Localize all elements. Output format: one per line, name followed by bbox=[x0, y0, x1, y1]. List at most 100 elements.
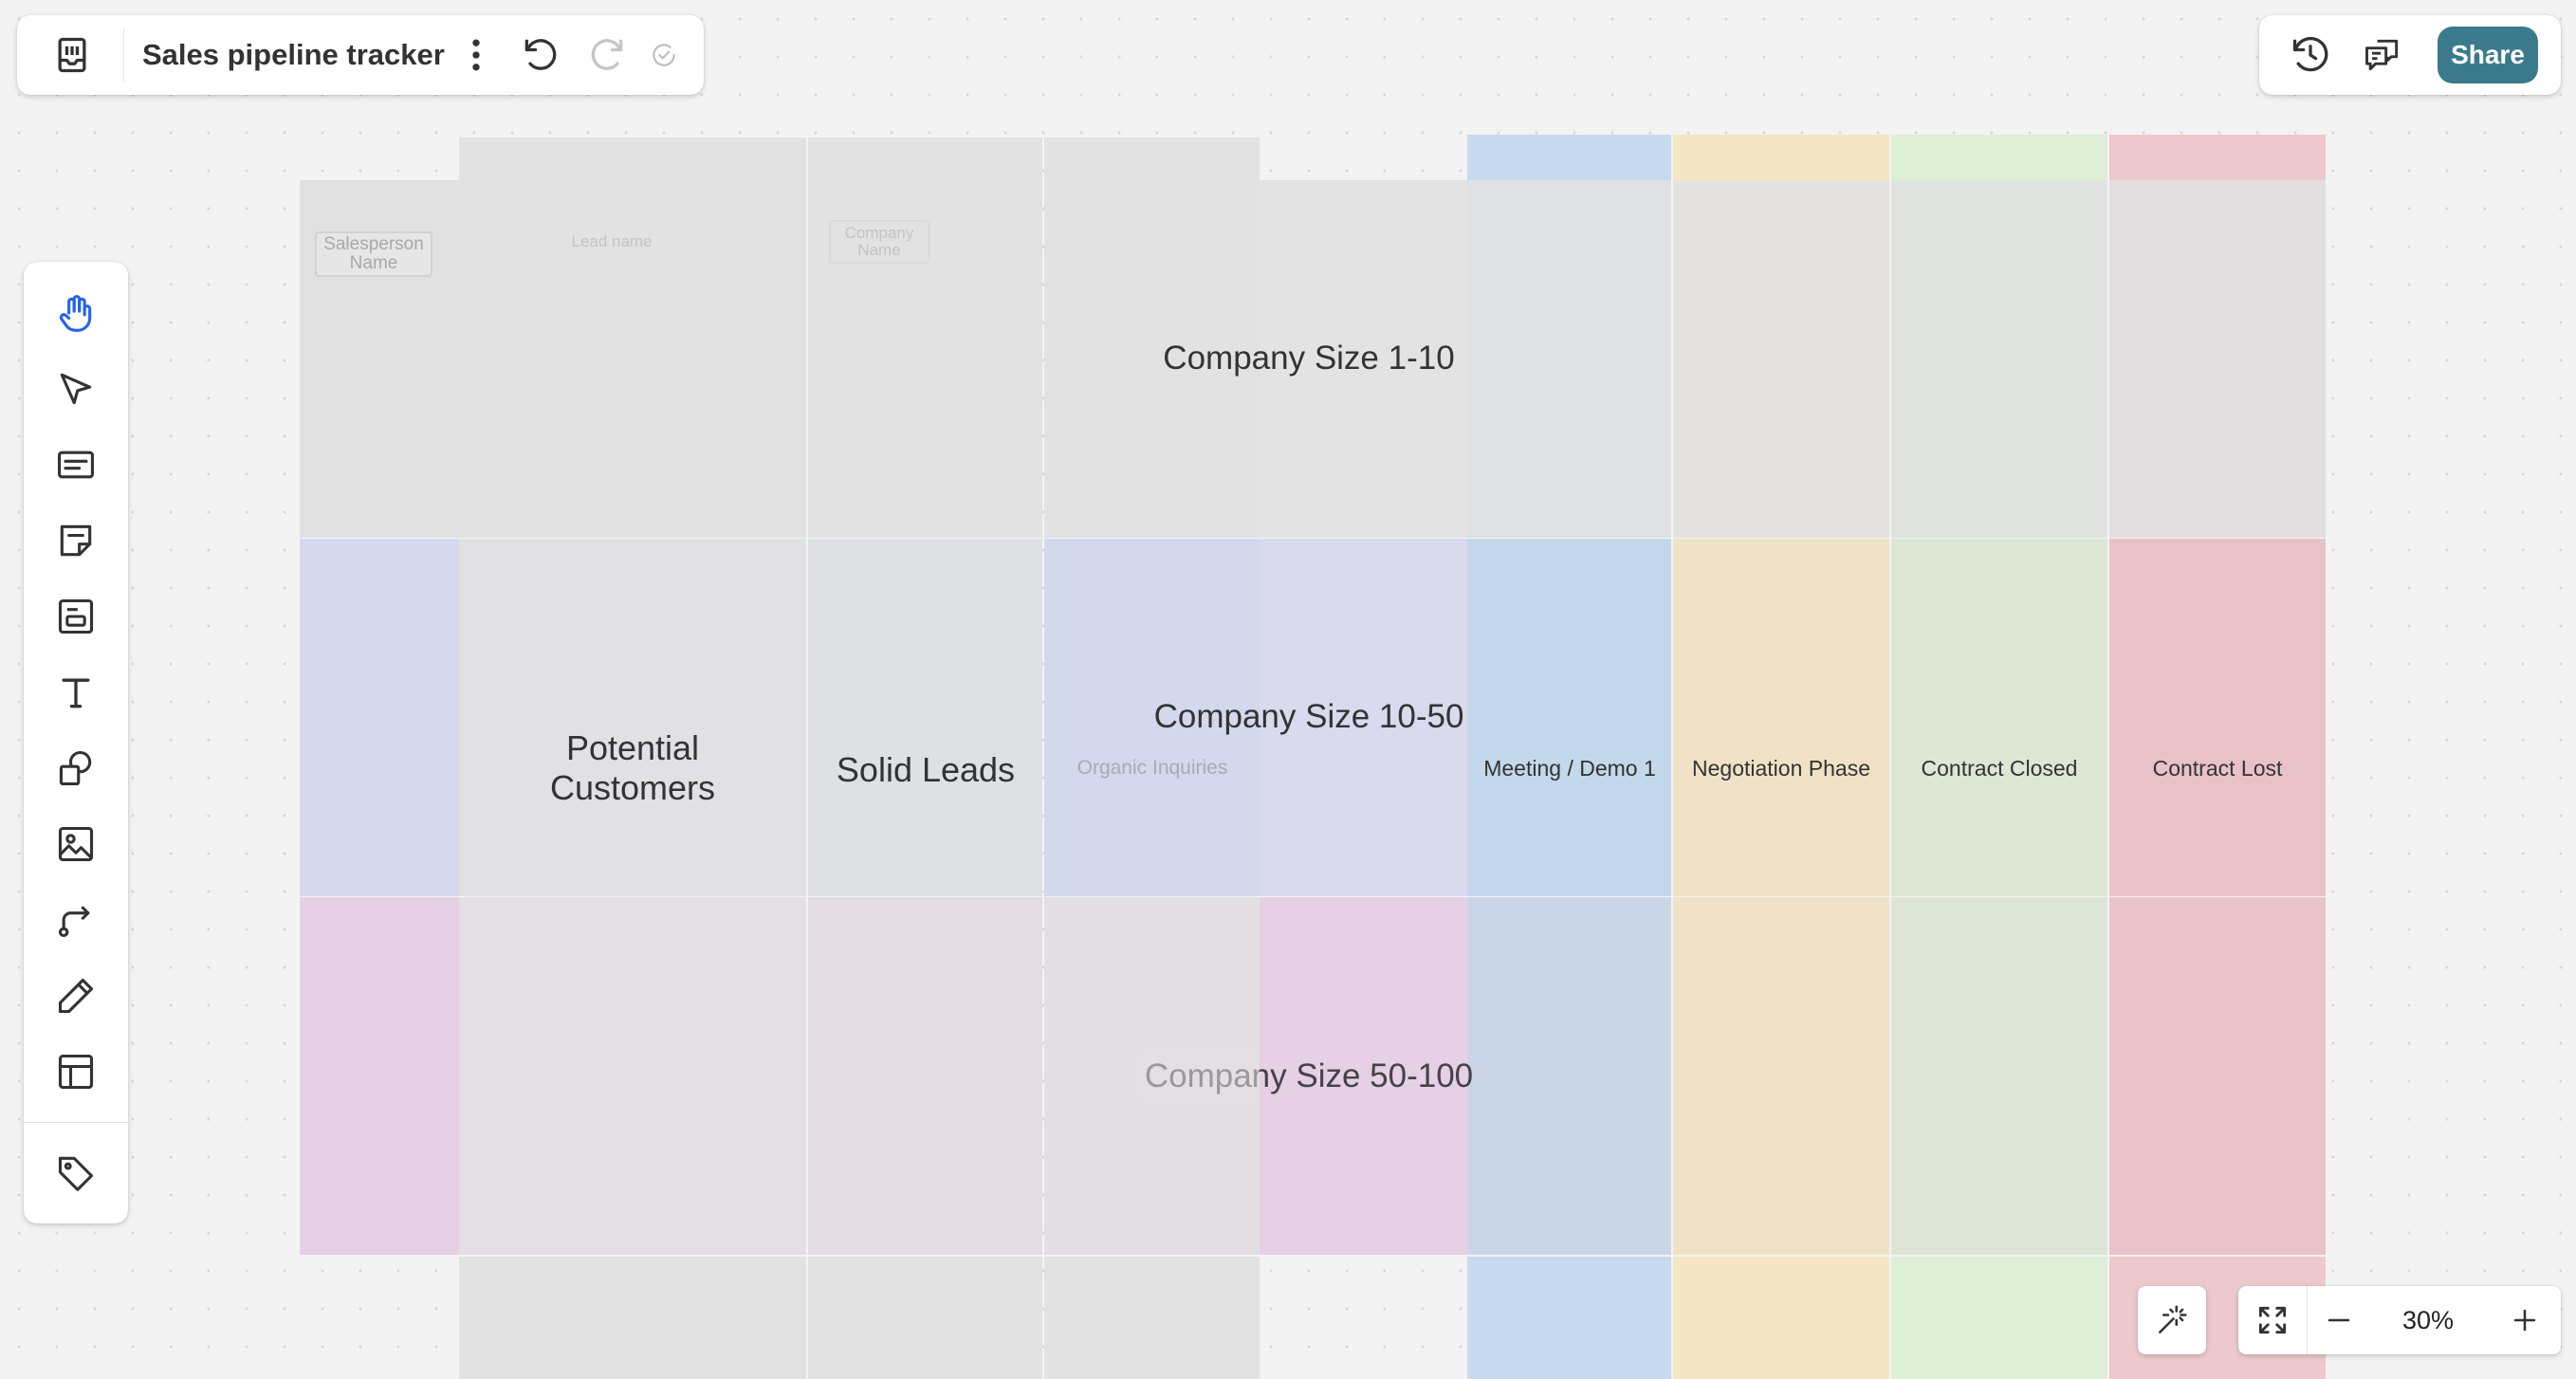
text-block-icon bbox=[58, 450, 94, 479]
connector-icon bbox=[58, 906, 90, 938]
column-header-lost bbox=[2109, 135, 2326, 180]
column-header-closed bbox=[1891, 135, 2107, 180]
column-header-company bbox=[808, 138, 1042, 180]
select-pointer-icon bbox=[60, 373, 92, 405]
more-options-button[interactable] bbox=[448, 27, 505, 83]
column-header-negotiation bbox=[1673, 135, 1889, 180]
sticky-note-icon bbox=[60, 524, 92, 557]
redo-icon bbox=[591, 39, 623, 70]
card-icon bbox=[58, 598, 94, 634]
column-header-lead bbox=[459, 138, 806, 180]
saved-status bbox=[639, 30, 689, 80]
canvas-board[interactable]: Salesperson Name Lead name Company Name … bbox=[0, 0, 2576, 1379]
placeholder-lead-name[interactable]: Lead name bbox=[531, 226, 692, 258]
history-button[interactable] bbox=[2282, 27, 2339, 83]
tool-text[interactable] bbox=[47, 664, 104, 721]
tool-image[interactable] bbox=[47, 816, 104, 873]
magic-button-panel[interactable] bbox=[2138, 1286, 2206, 1354]
magic-wand-icon bbox=[2159, 1305, 2187, 1333]
fit-to-screen-button[interactable] bbox=[2244, 1292, 2301, 1349]
row2-lost-cell bbox=[2109, 539, 2326, 896]
tag-icon bbox=[58, 1156, 94, 1191]
comments-icon bbox=[2365, 39, 2399, 71]
top-left-toolbar: Sales pipeline tracker bbox=[17, 15, 704, 95]
row3-lead-cell bbox=[459, 897, 806, 1255]
row3-salesperson-cell bbox=[300, 897, 459, 1255]
zoom-out-button[interactable] bbox=[2310, 1292, 2367, 1349]
tool-sticky-note[interactable] bbox=[47, 512, 104, 569]
fit-to-screen-icon bbox=[2258, 1306, 2287, 1334]
image-icon bbox=[58, 826, 94, 862]
stage-potential-customers: Potential Customers bbox=[549, 728, 716, 807]
row1-lost-cell bbox=[2109, 180, 2326, 538]
bottom-negotiation-strip bbox=[1673, 1257, 1889, 1379]
saved-check-icon bbox=[653, 44, 675, 66]
row1-closed-cell bbox=[1891, 180, 2107, 538]
stage-negotiation-phase: Negotiation Phase bbox=[1692, 756, 1870, 781]
row-title-size-10-50: Company Size 10-50 bbox=[1153, 698, 1464, 735]
bottom-company-strip bbox=[808, 1257, 1042, 1379]
zoom-divider bbox=[2307, 1286, 2308, 1354]
row3-title-fade-overlay bbox=[1138, 1050, 1260, 1103]
placeholder-salesperson-name[interactable]: Salesperson Name bbox=[315, 231, 432, 277]
toolbar-divider bbox=[123, 28, 124, 82]
row2-salesperson-cell bbox=[300, 539, 459, 896]
stage-contract-closed: Contract Closed bbox=[1921, 755, 2078, 781]
bottom-lead-strip bbox=[459, 1257, 806, 1379]
zoom-out-icon bbox=[2328, 1318, 2350, 1322]
share-label: Share bbox=[2451, 40, 2525, 69]
stage-organic-inquiries: Organic Inquiries bbox=[1076, 757, 1228, 779]
tool-template[interactable] bbox=[47, 1043, 104, 1100]
tool-card[interactable] bbox=[47, 588, 104, 645]
template-icon bbox=[58, 1054, 94, 1090]
stage-contract-lost: Contract Lost bbox=[2152, 755, 2283, 781]
history-icon bbox=[2292, 37, 2328, 72]
undo-icon bbox=[524, 39, 557, 70]
row2-negotiation-cell bbox=[1673, 539, 1889, 896]
row2-company-cell bbox=[808, 539, 1042, 896]
zoom-level[interactable]: 30% bbox=[2375, 1286, 2481, 1354]
comments-button[interactable] bbox=[2354, 27, 2411, 83]
hand-tool-icon bbox=[59, 295, 92, 332]
text-tool-icon bbox=[62, 678, 90, 708]
column-header-organic bbox=[1044, 138, 1260, 180]
zoom-in-icon bbox=[2513, 1309, 2536, 1332]
zoom-in-button[interactable] bbox=[2496, 1292, 2553, 1349]
tool-text-block[interactable] bbox=[47, 436, 104, 493]
tool-palette-divider bbox=[24, 1122, 128, 1123]
tool-pen[interactable] bbox=[47, 967, 104, 1024]
row3-negotiation-cell bbox=[1673, 897, 1889, 1255]
bottom-closed-strip bbox=[1891, 1257, 2107, 1379]
bottom-meeting-strip bbox=[1467, 1257, 1671, 1379]
magic-button[interactable] bbox=[2144, 1292, 2200, 1349]
left-tool-palette bbox=[24, 262, 128, 1223]
boards-button[interactable] bbox=[44, 27, 101, 83]
stage-solid-leads: Solid Leads bbox=[836, 750, 1016, 789]
zoom-controls: 30% bbox=[2238, 1286, 2561, 1354]
tool-connector[interactable] bbox=[47, 892, 104, 948]
shapes-icon bbox=[59, 750, 92, 786]
row1-negotiation-cell bbox=[1673, 180, 1889, 538]
share-button[interactable]: Share bbox=[2438, 27, 2538, 83]
pen-icon bbox=[58, 978, 94, 1014]
row2-lead-cell bbox=[459, 539, 806, 896]
column-header-meeting bbox=[1467, 135, 1671, 180]
row3-lost-cell bbox=[2109, 897, 2326, 1255]
row-title-size-1-10: Company Size 1-10 bbox=[1163, 340, 1455, 377]
stage-meeting-demo: Meeting / Demo 1 bbox=[1483, 756, 1656, 781]
more-vertical-icon bbox=[472, 39, 480, 71]
tool-hand[interactable] bbox=[47, 285, 104, 341]
placeholder-company-name[interactable]: Company Name bbox=[829, 220, 929, 264]
row3-company-cell bbox=[808, 897, 1042, 1255]
bottom-organic-strip bbox=[1044, 1257, 1260, 1379]
row3-closed-cell bbox=[1891, 897, 2107, 1255]
undo-button[interactable] bbox=[512, 27, 569, 83]
board-title[interactable]: Sales pipeline tracker bbox=[142, 36, 445, 74]
boards-icon bbox=[58, 37, 86, 73]
tool-select[interactable] bbox=[47, 360, 104, 417]
redo-button[interactable] bbox=[579, 27, 635, 83]
row2-closed-cell bbox=[1891, 539, 2107, 896]
tool-shapes[interactable] bbox=[47, 740, 104, 797]
tool-tag[interactable] bbox=[47, 1144, 104, 1201]
top-right-toolbar: Share bbox=[2259, 15, 2561, 95]
